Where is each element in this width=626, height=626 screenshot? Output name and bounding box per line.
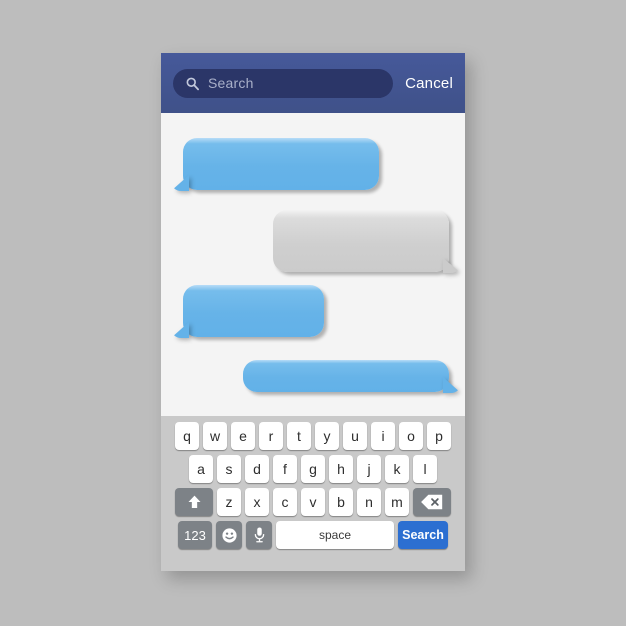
key-y[interactable]: y xyxy=(315,422,339,450)
microphone-icon xyxy=(254,527,264,543)
keyboard-row-1: q w e r t y u i o p xyxy=(166,422,460,450)
message-bubble-outgoing-3[interactable] xyxy=(243,360,461,393)
message-bubble-outgoing-1[interactable] xyxy=(171,138,379,191)
cancel-button[interactable]: Cancel xyxy=(405,75,453,92)
bubble-tail-icon xyxy=(171,322,189,338)
key-g[interactable]: g xyxy=(301,455,325,483)
on-screen-keyboard: q w e r t y u i o p a s d f g h j k l z … xyxy=(161,416,465,571)
key-j[interactable]: j xyxy=(357,455,381,483)
key-o[interactable]: o xyxy=(399,422,423,450)
key-r[interactable]: r xyxy=(259,422,283,450)
key-n[interactable]: n xyxy=(357,488,381,516)
key-m[interactable]: m xyxy=(385,488,409,516)
key-f[interactable]: f xyxy=(273,455,297,483)
phone-frame: Search Cancel q w e r t y u i o p a s d … xyxy=(161,53,465,571)
key-v[interactable]: v xyxy=(301,488,325,516)
chat-message-list xyxy=(161,113,465,416)
message-bubble-incoming-1[interactable] xyxy=(273,210,461,273)
key-u[interactable]: u xyxy=(343,422,367,450)
key-i[interactable]: i xyxy=(371,422,395,450)
key-l[interactable]: l xyxy=(413,455,437,483)
bubble-tail-icon xyxy=(443,258,461,273)
key-a[interactable]: a xyxy=(189,455,213,483)
keyboard-row-3: z x c v b n m xyxy=(166,488,460,516)
keyboard-row-4: 123 space Search xyxy=(166,521,460,549)
emoji-key[interactable] xyxy=(216,521,242,549)
keyboard-search-key[interactable]: Search xyxy=(398,521,448,549)
key-t[interactable]: t xyxy=(287,422,311,450)
backspace-key[interactable] xyxy=(413,488,451,516)
smiley-icon xyxy=(221,527,237,543)
key-p[interactable]: p xyxy=(427,422,451,450)
microphone-key[interactable] xyxy=(246,521,272,549)
key-z[interactable]: z xyxy=(217,488,241,516)
bubble-tail-icon xyxy=(443,377,461,393)
shift-arrow-icon xyxy=(188,495,200,508)
numbers-key[interactable]: 123 xyxy=(178,521,212,549)
key-h[interactable]: h xyxy=(329,455,353,483)
search-placeholder-text: Search xyxy=(208,75,254,91)
key-b[interactable]: b xyxy=(329,488,353,516)
key-d[interactable]: d xyxy=(245,455,269,483)
search-icon xyxy=(186,77,199,90)
key-c[interactable]: c xyxy=(273,488,297,516)
search-header: Search Cancel xyxy=(161,53,465,113)
bubble-tail-icon xyxy=(171,175,189,191)
backspace-icon xyxy=(421,494,443,510)
space-key[interactable]: space xyxy=(276,521,394,549)
key-x[interactable]: x xyxy=(245,488,269,516)
key-s[interactable]: s xyxy=(217,455,241,483)
key-k[interactable]: k xyxy=(385,455,409,483)
search-input[interactable]: Search xyxy=(173,68,394,98)
key-e[interactable]: e xyxy=(231,422,255,450)
key-q[interactable]: q xyxy=(175,422,199,450)
shift-key[interactable] xyxy=(175,488,213,516)
message-bubble-outgoing-2[interactable] xyxy=(171,285,324,338)
keyboard-row-2: a s d f g h j k l xyxy=(166,455,460,483)
key-w[interactable]: w xyxy=(203,422,227,450)
